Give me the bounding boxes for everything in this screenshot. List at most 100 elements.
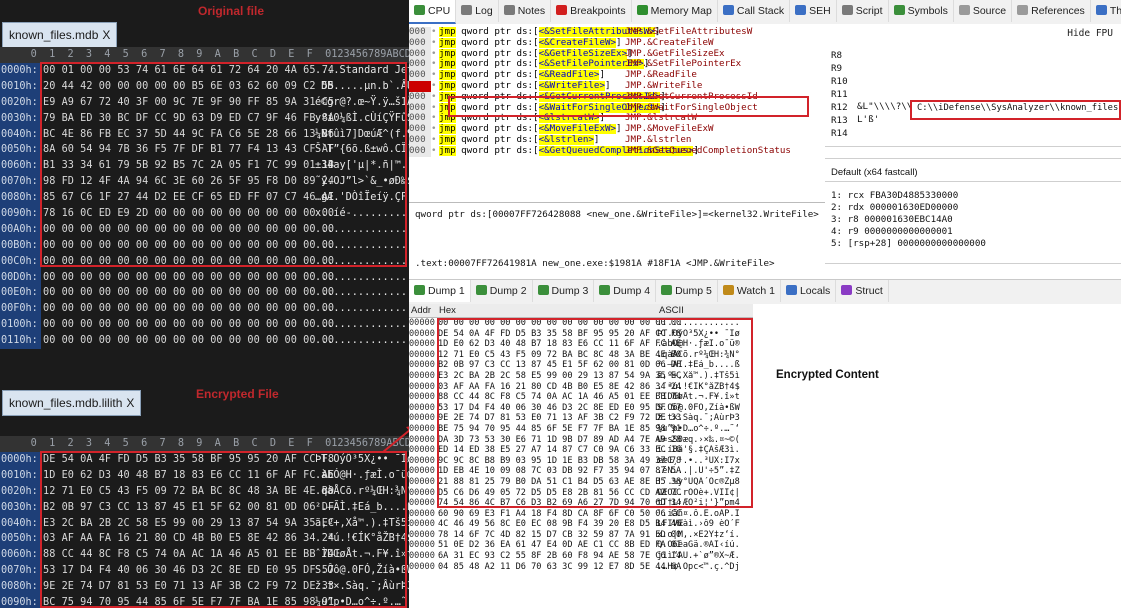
tab-memory-map[interactable]: Memory Map	[632, 0, 718, 22]
disasm-address: 000	[409, 37, 431, 49]
register-name: R12	[831, 102, 848, 113]
tab-locals[interactable]: Locals	[781, 280, 837, 302]
tab-call-stack[interactable]: Call Stack	[718, 0, 791, 22]
disasm-row[interactable]: 000 • jmp qword ptr ds:[<&SetFilePointerEx…	[409, 59, 825, 71]
info-line-2: .text:00007FF72641981A new_one.exe:$1981…	[415, 258, 775, 269]
tab-dump-1[interactable]: Dump 1	[409, 280, 471, 302]
hex-row: 00E0h: 00 00 00 00 00 00 00 00 00 00 00 0…	[0, 285, 409, 302]
dump-hex: 51 0E D2 36 EA 61 47 E4 0D AE C1 CC 8B E…	[438, 540, 682, 551]
dump-row[interactable]: 00000 60 90 69 E3 F1 A4 18 F4 8D CA 8F 6F…	[409, 509, 753, 520]
hex-offset: 0050h:	[0, 531, 41, 548]
hex-ascii: ................	[315, 287, 409, 299]
dump-row[interactable]: 00000 51 0E D2 36 EA 61 47 E4 0D AE C1 CC…	[409, 540, 753, 551]
struct-icon	[841, 285, 853, 295]
operand: qword ptr ds:[	[455, 48, 539, 59]
disasm-comment: JMP.&GetFileSizeEx	[625, 48, 725, 59]
tab-encrypted-file-label: known_files.mdb.lilith	[9, 396, 123, 410]
dump-icon	[537, 285, 549, 295]
call-argument: 1: rcx FBA30D4885330000	[831, 190, 959, 201]
calling-convention[interactable]: Default (x64 fastcall)	[831, 167, 918, 178]
tab-dump-4[interactable]: Dump 4	[594, 280, 657, 302]
tab-label: Locals	[799, 285, 831, 297]
tab-log[interactable]: Log	[456, 0, 499, 22]
tab-label: Symbols	[907, 5, 948, 17]
hex-ascii: ................	[315, 303, 409, 315]
disasm-instruction: jmp qword ptr ds:[<&WriteFile>]	[439, 80, 625, 92]
tab-label: Threads	[1109, 5, 1121, 17]
disasm-row[interactable]: 000 • jmp qword ptr ds:[<&GetQueuedComplet…	[409, 145, 825, 157]
info-line-1: qword ptr ds:[00007FF726428088 <new_one.…	[415, 209, 819, 220]
dump-address: 00000	[409, 476, 435, 487]
disasm-address: 000	[409, 113, 431, 125]
dump-address: 00000	[409, 328, 435, 339]
tab-struct[interactable]: Struct	[836, 280, 889, 302]
tab-label: References	[1031, 5, 1085, 17]
notes-icon	[503, 5, 515, 15]
path-highlight-box	[910, 100, 1121, 120]
hex-ascii: ................	[315, 335, 409, 347]
tab-watch-1[interactable]: Watch 1	[718, 280, 781, 302]
hex-offset: 0090h:	[0, 595, 41, 608]
dump-address: 00000	[409, 339, 435, 350]
disasm-row[interactable]: 000 • jmp qword ptr ds:[<&WriteFile>] JMP.&…	[409, 80, 825, 92]
dump-row[interactable]: 00000 78 14 6F 7C 4D 82 15 D7 CB 32 59 87…	[409, 530, 753, 541]
hex-offset: 0070h:	[0, 563, 41, 580]
tab-label: Dump 4	[613, 285, 651, 297]
dump-address: 00000	[409, 540, 435, 551]
hex-row: 00F0h: 00 00 00 00 00 00 00 00 00 00 00 0…	[0, 301, 409, 318]
dump-ascii: LFIVŒàì.›ô9 èÕ´F	[657, 519, 740, 530]
tab-references[interactable]: References	[1012, 0, 1091, 22]
original-file-label: Original file	[198, 4, 265, 18]
tab-dump-3[interactable]: Dump 3	[533, 280, 595, 302]
disasm-row[interactable]: 000 • jmp qword ptr ds:[<&MoveFileExW>] JMP…	[409, 124, 825, 135]
disasm-instruction: jmp qword ptr ds:[<&SetFileAttributesW>]	[439, 27, 660, 38]
dump-hex: 6A 31 EC 93 C2 55 8F 2B 60 F8 94 AE 58 7…	[438, 551, 682, 562]
tab-dump-5[interactable]: Dump 5	[656, 280, 718, 302]
close-icon[interactable]: X	[102, 28, 110, 42]
dump-icon	[599, 285, 611, 295]
tab-breakpoints[interactable]: Breakpoints	[551, 0, 632, 22]
dump-highlight-box	[437, 318, 753, 508]
tab-threads[interactable]: Threads	[1091, 0, 1121, 22]
dump-row[interactable]: 00000 6A 31 EC 93 C2 55 8F 2B 60 F8 94 AE…	[409, 551, 753, 562]
tab-dump-2[interactable]: Dump 2	[471, 280, 533, 302]
breakpoint-icon	[556, 5, 568, 15]
tab-notes[interactable]: Notes	[499, 0, 552, 22]
disasm-row[interactable]: 000 • jmp qword ptr ds:[<&GetFileSizeEx>]J…	[409, 48, 825, 60]
disasm-row[interactable]: 000 • jmp qword ptr ds:[<&CreateFileW>] JMP…	[409, 37, 825, 49]
tab-script[interactable]: Script	[837, 0, 889, 22]
main-toolbar: CPU Log Notes Breakpoints Memory Map Call Sta…	[409, 0, 1121, 25]
disasm-comment: JMP.&MoveFileExW	[625, 124, 714, 135]
mnemonic: jmp	[439, 124, 456, 135]
tab-cpu[interactable]: CPU	[409, 0, 457, 24]
hex-offset: 0020h:	[0, 483, 41, 500]
hide-fpu-button[interactable]: Hide FPU	[1067, 28, 1113, 39]
tab-encrypted-file[interactable]: known_files.mdb.lilith X	[2, 390, 142, 416]
dump-header-hex: Hex	[439, 305, 456, 316]
dump-hex: 78 14 6F 7C 4D 82 15 D7 CB 32 59 87 7A 9…	[438, 529, 682, 540]
dump-row[interactable]: 00000 04 85 48 A2 11 D6 70 63 3C 99 12 E7…	[409, 562, 753, 573]
tab-original-file-label: known_files.mdb	[9, 28, 99, 42]
disasm-row[interactable]: 000 • jmp qword ptr ds:[<&SetFileAttribute…	[409, 27, 825, 38]
mnemonic: jmp	[439, 59, 456, 70]
dump-address: 00000	[409, 455, 435, 466]
mnemonic: jmp	[439, 37, 456, 48]
dump-hex: 04 85 48 A2 11 D6 70 63 3C 99 12 E7 8D 5…	[438, 561, 682, 572]
hex-offset: 0090h:	[0, 206, 41, 222]
branch-gutter: •	[431, 134, 437, 145]
info-pane: qword ptr ds:[00007FF726428088 <new_one.…	[409, 202, 825, 279]
hex-offset: 0000h:	[0, 63, 41, 79]
disasm-row[interactable]: 000 • jmp qword ptr ds:[<&ReadFile>] JMP.&R…	[409, 70, 825, 81]
tab-source[interactable]: Source	[954, 0, 1013, 22]
disasm-address: 000	[409, 48, 431, 60]
dump-row[interactable]: 00000 4C 46 49 56 8C E0 EC 08 9B F4 39 20…	[409, 519, 753, 530]
close-icon[interactable]: X	[126, 396, 134, 410]
dump-address: 00000	[409, 381, 435, 392]
disasm-row[interactable]: 000 • jmp qword ptr ds:[<&lstrlen>] JMP.&ls…	[409, 134, 825, 146]
tab-symbols[interactable]: Symbols	[889, 0, 954, 22]
dump-hex: 60 90 69 E3 F1 A4 18 F4 8D CA 8F 6F C0 5…	[438, 508, 682, 519]
disasm-instruction: jmp qword ptr ds:[<&ReadFile>]	[439, 70, 625, 81]
tab-label: Source	[972, 5, 1007, 17]
tab-original-file[interactable]: known_files.mdb X	[2, 22, 118, 48]
tab-seh[interactable]: SEH	[790, 0, 837, 22]
